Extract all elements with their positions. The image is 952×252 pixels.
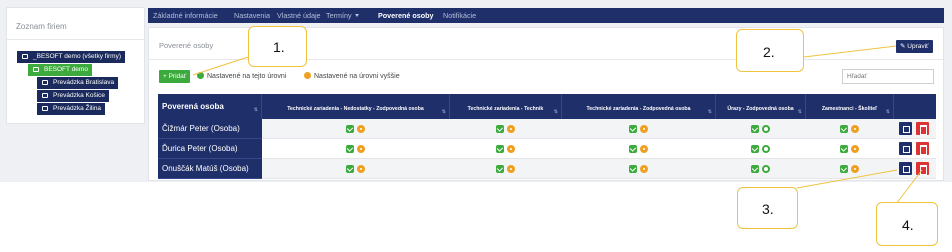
page: Zoznam firiem _BESOFT demo (všetky firmy… [0,0,952,252]
callout-3-connector [796,169,898,189]
callout-label: 1. [273,39,285,55]
callout-label: 2. [763,44,775,60]
callout-3: 3. [737,187,798,229]
callout-label: 4. [902,217,914,233]
callout-2-connector [803,45,897,58]
callout-1-connector [192,56,249,76]
callout-4-connector [895,169,923,205]
callout-label: 3. [762,201,774,217]
callout-4: 4. [876,202,938,246]
callout-2: 2. [736,29,804,72]
callout-1: 1. [248,26,307,67]
callout-connectors [192,45,923,205]
